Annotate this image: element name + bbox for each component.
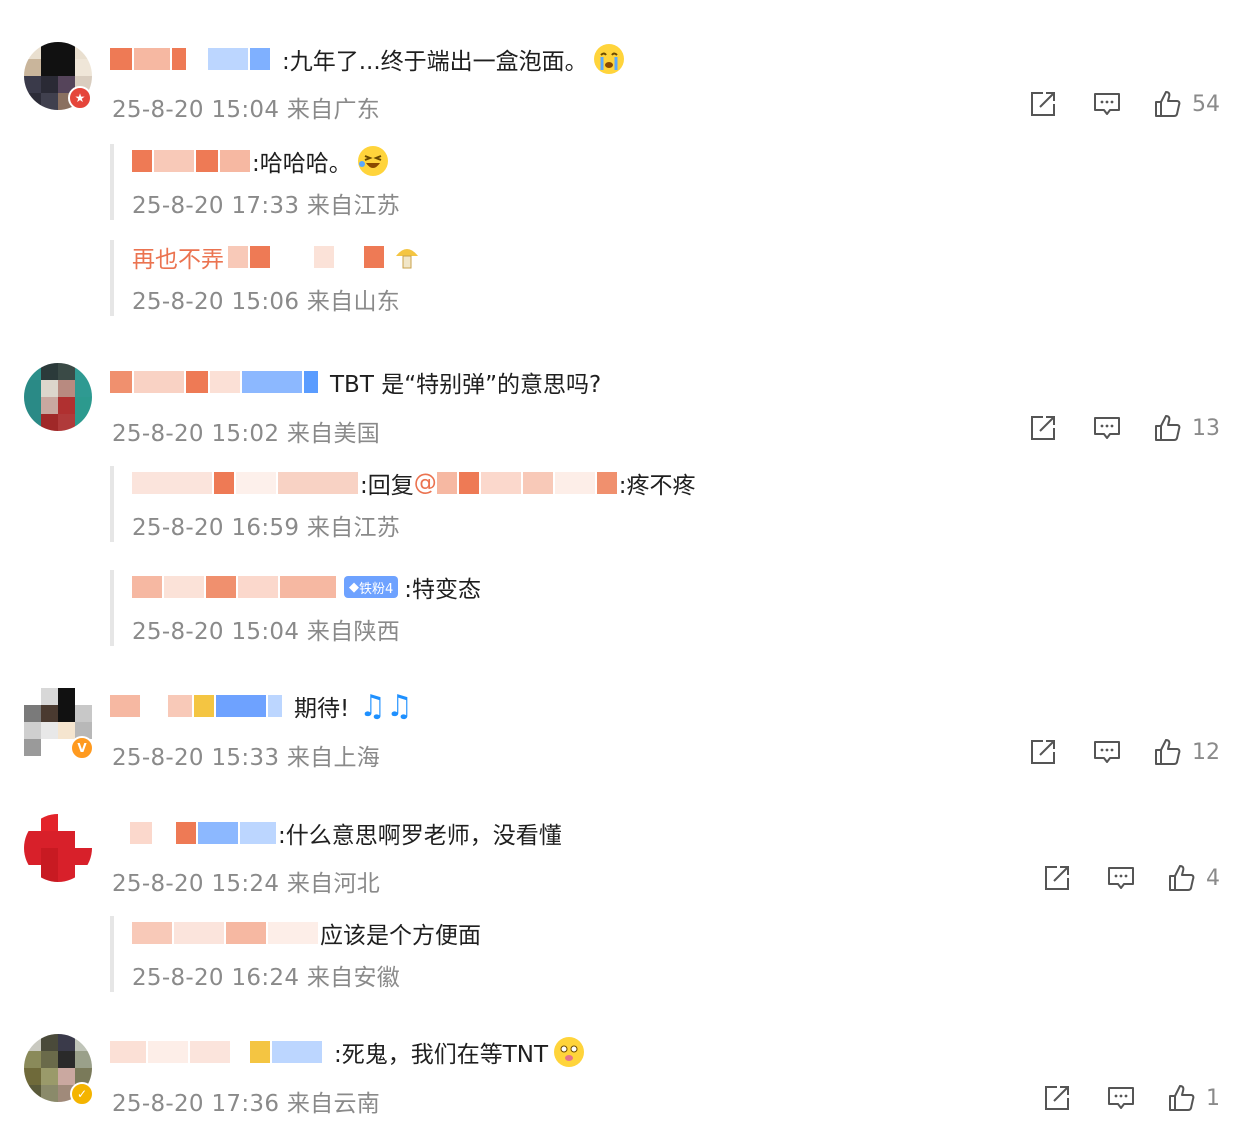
reply-text: :回复	[360, 473, 414, 499]
like-count: 13	[1192, 415, 1220, 441]
like-count: 4	[1206, 865, 1220, 891]
reply-username-blurred[interactable]	[132, 922, 320, 944]
comment-icon[interactable]	[1092, 413, 1122, 443]
comment-meta: 25-8-20 15:33 来自上海	[112, 745, 381, 771]
reply-header: 应该是个方便面	[132, 916, 481, 950]
like-button[interactable]: 12	[1152, 737, 1220, 767]
crying-emoji-icon	[593, 44, 624, 74]
avatar[interactable]	[24, 363, 92, 431]
like-button[interactable]: 54	[1152, 89, 1220, 119]
mushroom-emoji-icon	[392, 242, 422, 272]
comment-actions: 4	[1008, 863, 1220, 893]
reply-item: ◆ 铁粉4 :特变态 25-8-20 15:04 来自陕西	[110, 570, 481, 646]
share-icon[interactable]	[1028, 89, 1058, 119]
comment-text: :九年了...终于端出一盒泡面。	[282, 49, 588, 75]
comment-meta: 25-8-20 15:04 来自广东	[112, 97, 381, 123]
like-count: 12	[1192, 739, 1220, 765]
reply-header: 再也不弄	[132, 240, 422, 274]
comment-icon[interactable]	[1106, 863, 1136, 893]
comment-actions: 12	[994, 737, 1220, 767]
reply-username-blurred[interactable]	[132, 150, 252, 172]
comment-actions: 1	[1008, 1083, 1220, 1113]
comment-actions: 54	[994, 89, 1220, 119]
reply-item: :哈哈哈。 25-8-20 17:33 来自江苏	[110, 144, 400, 220]
reply-item: 再也不弄 25-8-20 15:06 来自山东	[110, 240, 422, 316]
reply-meta: 25-8-20 16:24 来自安徽	[132, 965, 401, 991]
reply-username-blurred[interactable]	[132, 576, 338, 598]
reply-username[interactable]: 再也不弄	[132, 240, 224, 274]
like-button[interactable]: 4	[1166, 863, 1220, 893]
share-icon[interactable]	[1042, 1083, 1072, 1113]
username-blurred[interactable]	[110, 48, 272, 70]
thumbs-up-icon	[1152, 89, 1182, 119]
reply-header: ◆ 铁粉4 :特变态	[132, 570, 481, 604]
reply-username-blurred[interactable]	[228, 246, 386, 268]
thumbs-up-icon	[1152, 413, 1182, 443]
comment-header: :什么意思啊罗老师，没看懂	[110, 815, 562, 851]
comment-icon[interactable]	[1092, 89, 1122, 119]
comment-text: :死鬼，我们在等TNT	[334, 1042, 549, 1068]
comment-actions: 13	[994, 413, 1220, 443]
username-blurred[interactable]	[110, 371, 320, 393]
fan-badge-label: 铁粉4	[359, 581, 394, 597]
comment-text: :什么意思啊罗老师，没看懂	[278, 823, 562, 849]
thumbs-up-icon	[1166, 863, 1196, 893]
share-icon[interactable]	[1028, 737, 1058, 767]
reply-item: :回复 @ :疼不疼 25-8-20 16:59 来自江苏	[110, 466, 696, 542]
comment-header: TBT 是“特别弹”的意思吗?	[110, 364, 601, 400]
comment-text: TBT 是“特别弹”的意思吗?	[330, 372, 602, 398]
share-icon[interactable]	[1028, 413, 1058, 443]
reply-meta: 25-8-20 17:33 来自江苏	[132, 193, 401, 219]
verified-badge-icon: ★	[68, 86, 92, 110]
verified-badge-icon: V	[70, 736, 94, 760]
like-button[interactable]: 1	[1166, 1083, 1220, 1113]
like-count: 1	[1206, 1085, 1220, 1111]
like-count: 54	[1192, 91, 1220, 117]
comment-meta: 25-8-20 17:36 来自云南	[112, 1091, 381, 1117]
comment-meta: 25-8-20 15:02 来自美国	[112, 421, 381, 447]
comment-header: 期待! ♫♫	[110, 688, 413, 724]
laughing-emoji-icon	[357, 146, 388, 176]
reply-text: :哈哈哈。	[252, 151, 352, 177]
reply-item: 应该是个方便面 25-8-20 16:24 来自安徽	[110, 916, 481, 992]
fan-badge: ◆ 铁粉4	[344, 576, 399, 598]
avatar[interactable]	[24, 814, 92, 882]
reply-text: 应该是个方便面	[320, 923, 481, 949]
share-icon[interactable]	[1042, 863, 1072, 893]
drooling-emoji-icon	[554, 1037, 585, 1067]
reply-username-blurred[interactable]	[132, 472, 360, 494]
thumbs-up-icon	[1166, 1083, 1196, 1113]
reply-meta: 25-8-20 15:04 来自陕西	[132, 619, 401, 645]
reply-meta: 25-8-20 15:06 来自山东	[132, 289, 401, 315]
thumbs-up-icon	[1152, 737, 1182, 767]
comment-icon[interactable]	[1106, 1083, 1136, 1113]
verified-badge-icon: ✓	[70, 1082, 94, 1106]
mention-blurred[interactable]	[436, 472, 619, 494]
mention-link[interactable]: @	[414, 470, 437, 496]
username-blurred[interactable]	[110, 1041, 324, 1063]
comment-header: :死鬼，我们在等TNT	[110, 1034, 585, 1070]
like-button[interactable]: 13	[1152, 413, 1220, 443]
reply-tail-text: :疼不疼	[618, 473, 696, 499]
comment-header: :九年了...终于端出一盒泡面。	[110, 41, 624, 77]
username-blurred[interactable]	[110, 695, 284, 717]
username-blurred[interactable]	[110, 822, 278, 844]
reply-meta: 25-8-20 16:59 来自江苏	[132, 515, 401, 541]
comment-icon[interactable]	[1092, 737, 1122, 767]
reply-header: :回复 @ :疼不疼	[132, 466, 696, 500]
music-notes-icon: ♫♫	[359, 688, 414, 724]
reply-header: :哈哈哈。	[132, 144, 400, 178]
reply-text: :特变态	[404, 577, 482, 603]
comment-meta: 25-8-20 15:24 来自河北	[112, 871, 381, 897]
comment-text: 期待!	[294, 696, 350, 722]
